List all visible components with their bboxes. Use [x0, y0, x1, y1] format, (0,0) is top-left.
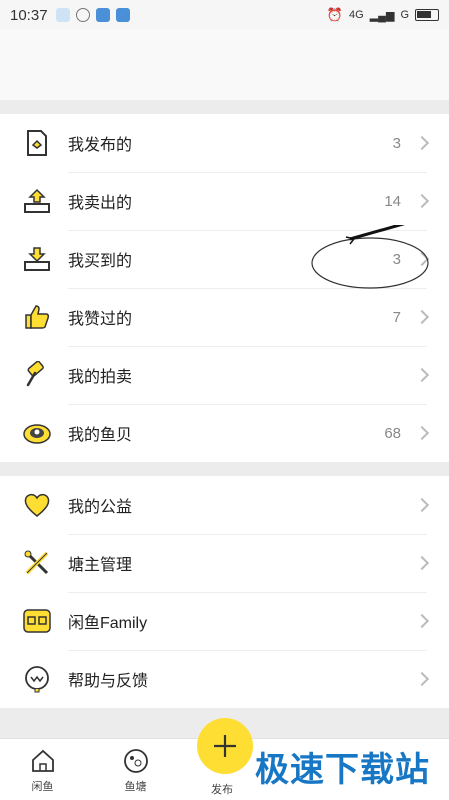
menu-label: 闲鱼Family [68, 615, 148, 632]
tab-label: 鱼塘 [124, 781, 147, 793]
document-icon [22, 128, 52, 158]
menu-label: 我赞过的 [68, 311, 133, 328]
family-icon [22, 606, 52, 636]
shell-icon [22, 418, 52, 448]
box-down-icon [22, 244, 52, 274]
menu-count: 7 [392, 308, 401, 326]
tab-label: 发布 [211, 784, 233, 796]
menu-item-shells[interactable]: 我的鱼贝 68 [0, 404, 449, 462]
menu-count: 3 [392, 134, 401, 152]
alarm-icon: ⏰ [326, 7, 344, 22]
menu-item-liked[interactable]: 我赞过的 7 [0, 288, 449, 346]
chevron-right-icon [414, 555, 430, 571]
status-time: 10:37 [10, 6, 48, 24]
menu-item-family[interactable]: 闲鱼Family [0, 592, 449, 650]
pond-icon [123, 749, 148, 773]
chevron-right-icon [414, 671, 430, 687]
menu-label: 我的鱼贝 [68, 427, 133, 444]
chevron-right-icon [414, 367, 430, 383]
chevron-right-icon [414, 193, 430, 209]
heart-icon [22, 490, 52, 520]
menu-label: 我卖出的 [68, 195, 133, 212]
menu-item-pond-admin[interactable]: 塘主管理 [0, 534, 449, 592]
help-icon [22, 664, 52, 694]
profile-header: 被赞 粉丝 关注 [0, 30, 449, 116]
menu-item-auction[interactable]: 我的拍卖 [0, 346, 449, 404]
chevron-right-icon [414, 497, 430, 513]
menu-count: 14 [384, 192, 401, 210]
section-divider [0, 462, 449, 476]
status-bar: 10:37 ⏰ 4G ▂▄▆ G [0, 0, 449, 30]
menu-label: 我的拍卖 [68, 369, 133, 386]
download-icon [115, 8, 130, 22]
tab-home[interactable]: 闲鱼 [0, 739, 85, 800]
tools-icon [22, 548, 52, 578]
chevron-right-icon [414, 613, 430, 629]
signal-icon: ▂▄▆ [369, 9, 395, 22]
chevron-right-icon [414, 425, 430, 441]
thumbs-up-icon [22, 302, 52, 332]
shield-icon [75, 8, 90, 22]
notification-icon [55, 8, 70, 22]
chevron-right-icon [414, 135, 430, 151]
app-icon [95, 8, 110, 22]
chevron-right-icon [414, 309, 430, 325]
battery-icon [415, 9, 439, 21]
menu-item-help[interactable]: 帮助与反馈 [0, 650, 449, 708]
menu-label: 我的公益 [68, 499, 133, 516]
tab-pond[interactable]: 鱼塘 [93, 739, 178, 800]
menu-item-charity[interactable]: 我的公益 [0, 476, 449, 534]
section-divider [0, 100, 449, 114]
service-menu: 我的公益 塘主管理 闲鱼Family 帮助与反馈 [0, 476, 449, 708]
menu-item-published[interactable]: 我发布的 3 [0, 114, 449, 172]
scribble-annotation [311, 225, 429, 289]
menu-label: 我发布的 [68, 137, 133, 154]
box-up-icon [22, 186, 52, 216]
menu-count: 68 [384, 424, 401, 442]
plus-icon [214, 735, 236, 757]
carrier-label: G [400, 9, 409, 21]
network-label: 4G [349, 9, 364, 21]
tab-label: 闲鱼 [31, 781, 54, 793]
watermark: 极速下载站 [255, 751, 430, 789]
menu-label: 塘主管理 [68, 557, 133, 574]
menu-item-sold[interactable]: 我卖出的 14 [0, 172, 449, 230]
publish-button[interactable] [197, 718, 253, 774]
auction-hammer-icon [22, 360, 52, 390]
home-icon [31, 749, 54, 772]
menu-label: 帮助与反馈 [68, 673, 149, 690]
